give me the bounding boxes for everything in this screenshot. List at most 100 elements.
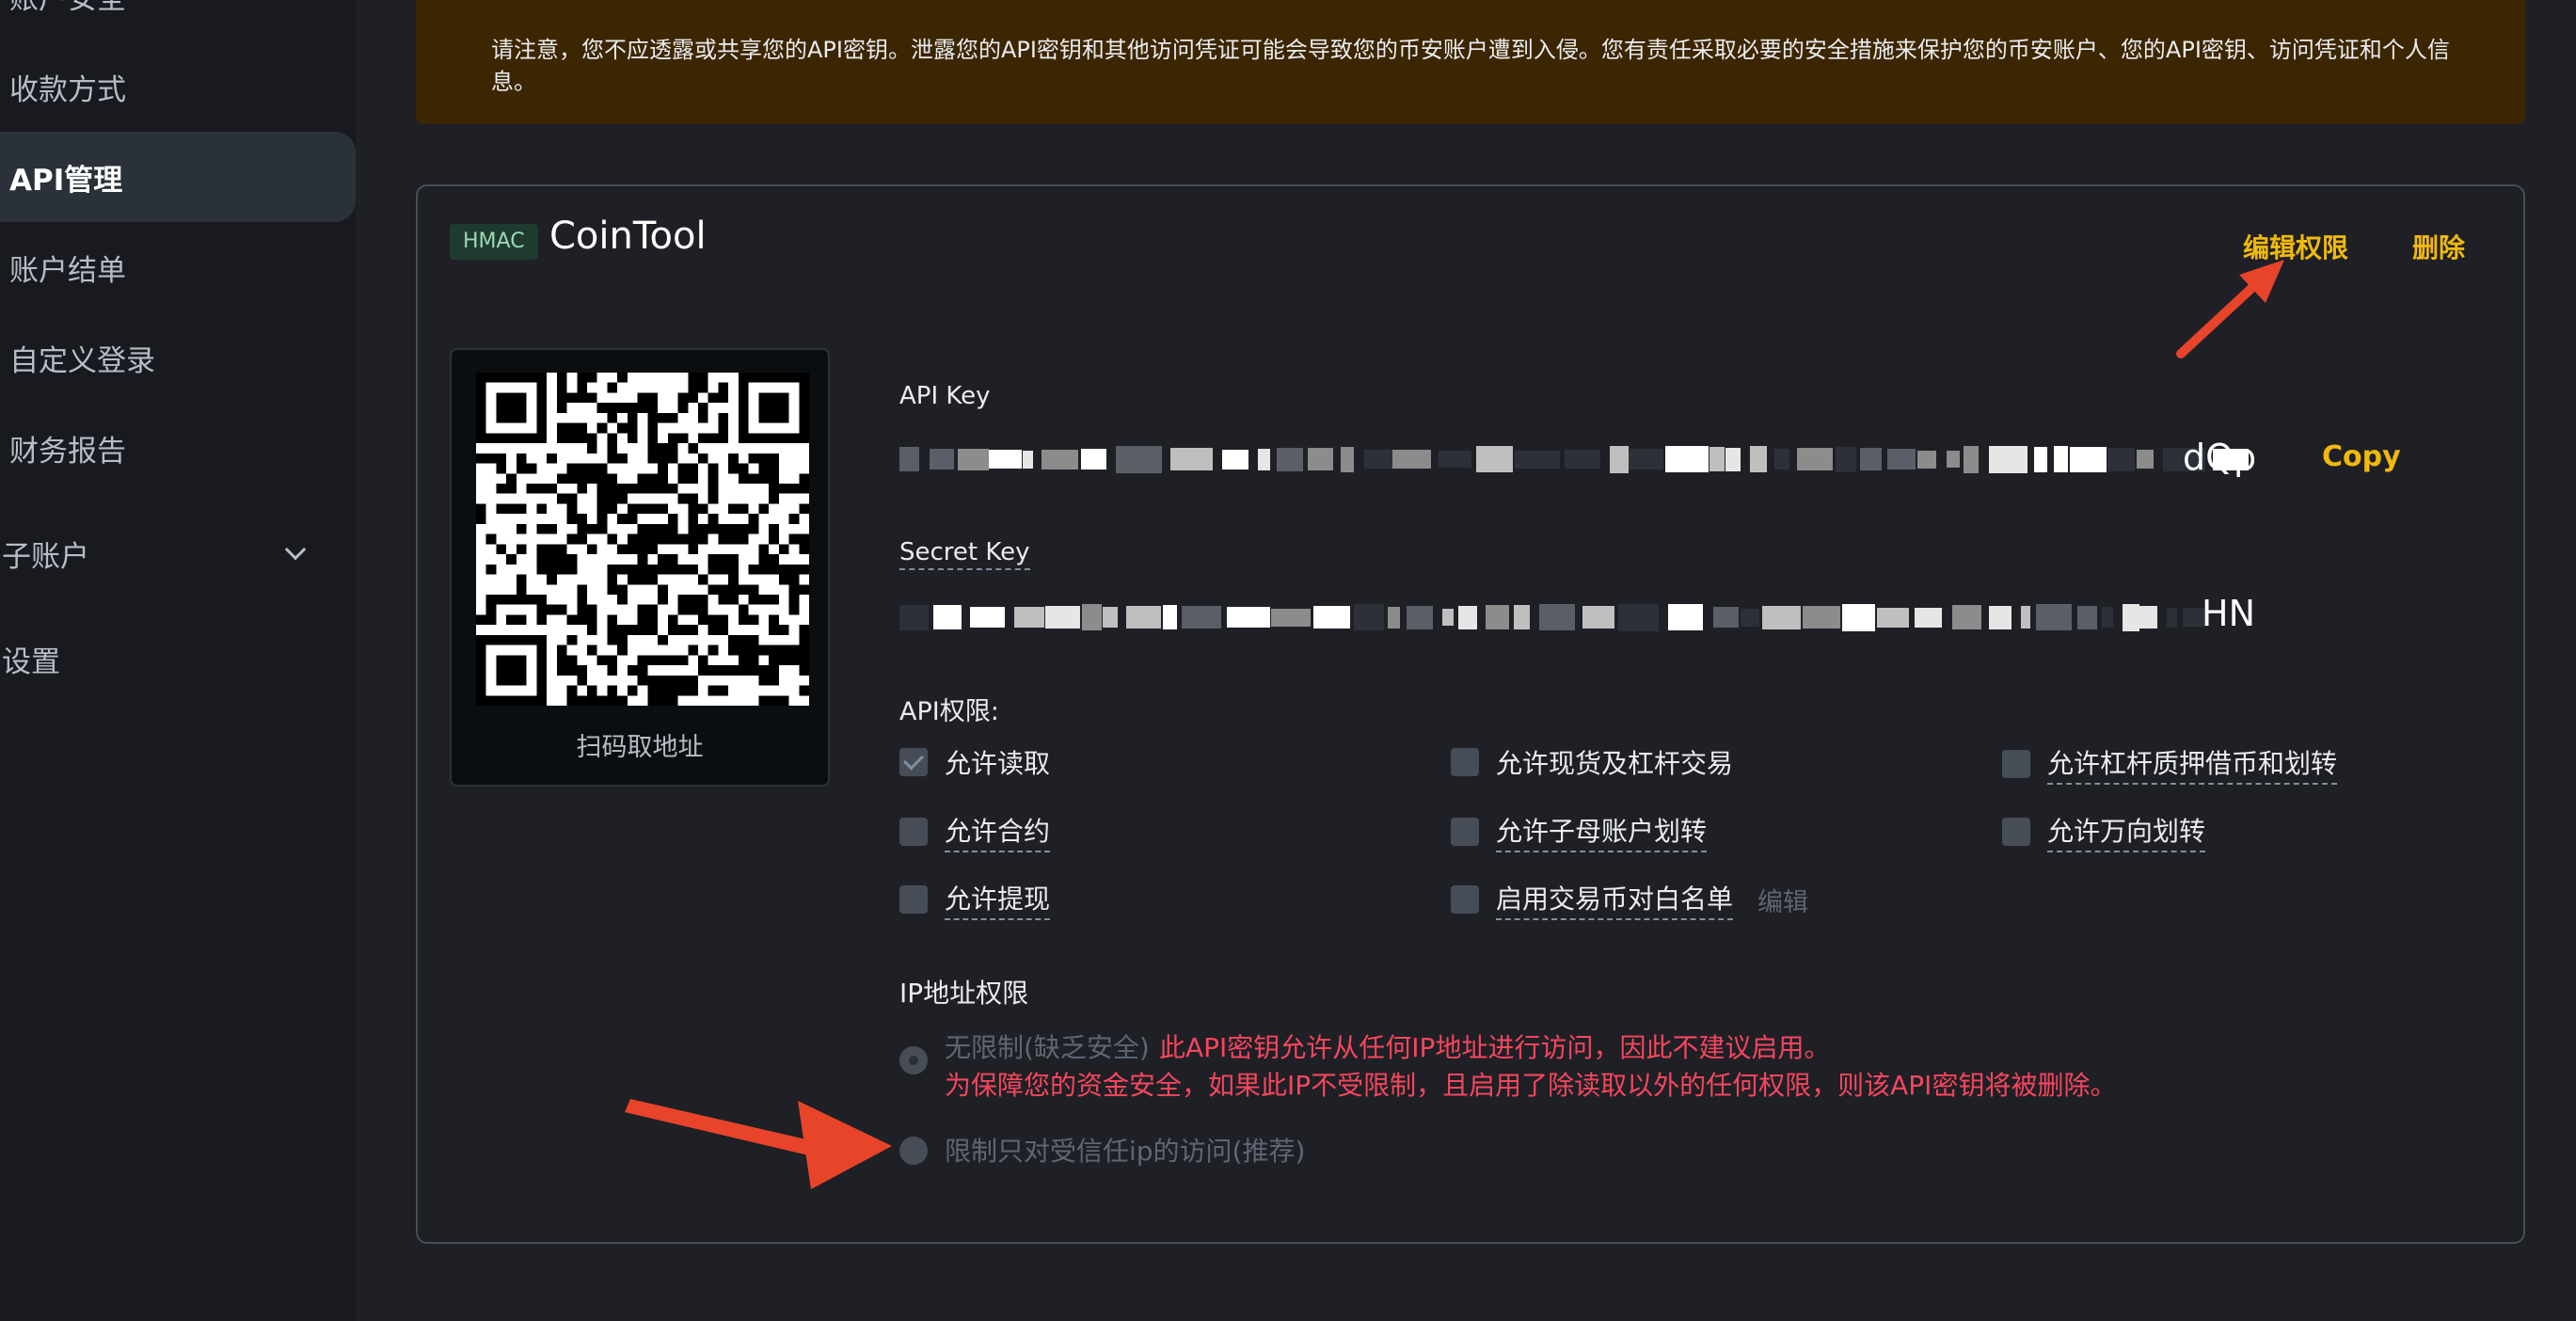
permission-enable-reading[interactable]: 允许读取 [899,743,1050,781]
sidebar-item-label: 子账户 [2,539,89,574]
checkbox[interactable] [899,885,928,914]
masked-key-block [2139,606,2157,629]
qr-code-image [476,373,809,706]
masked-key-block [899,604,929,630]
permission-margin-loan-transfer[interactable]: 允许杠杆质押借币和划转 [2002,743,2338,785]
masked-key-block [1725,447,1741,471]
masked-key-block [1258,448,1270,470]
masked-key-block [1364,450,1392,469]
sidebar-item-label: 财务报告 [9,434,126,469]
masked-key-block [1014,607,1044,628]
masked-key-block [2137,450,2154,469]
sidebar-item-label: 收款方式 [9,72,126,107]
masked-key-block [1182,606,1221,629]
masked-key-block [1629,449,1663,470]
chevron-down-icon [284,538,307,561]
masked-key-block [1227,607,1270,628]
ip-unrestricted-label: 无限制(缺乏安全) [945,1032,1150,1063]
secret-key-suffix: HN [2202,593,2255,634]
secret-key-label: Secret Key [899,538,1030,570]
masked-key-block [1277,447,1303,471]
qr-code-panel: 扫码取地址 [450,348,830,787]
sidebar-item-label: API管理 [9,163,123,198]
api-key-name: CoinTool [549,215,707,258]
masked-key-block [1964,445,1979,473]
checkbox[interactable] [899,818,928,846]
permission-label: 允许杠杆质押借币和划转 [2047,743,2338,785]
permission-universal-transfer[interactable]: 允许万向划转 [2002,811,2206,852]
masked-key-block [930,449,954,470]
masked-key-block [1713,607,1739,628]
masked-key-block [1842,603,1875,631]
sidebar-item-settings[interactable]: 设置 [0,632,356,685]
annotation-arrow-icon [625,1099,892,1189]
masked-key-block [1665,446,1709,472]
sidebar-item-sub-accounts[interactable]: 子账户 [0,527,356,580]
sidebar-item-account-statement[interactable]: 账户结单 [0,241,356,294]
whitelist-edit-link[interactable]: 编辑 [1757,882,1808,918]
masked-key-block [1952,605,1981,629]
masked-key-block [1989,445,2027,473]
permission-label: 启用交易币对白名单 [1496,879,1734,920]
ip-restricted-radio[interactable] [899,1137,928,1165]
masked-key-block [1042,449,1078,470]
masked-key-block [1308,448,1333,470]
masked-key-block [1803,606,1840,629]
checkbox[interactable] [1451,818,1479,846]
sidebar-item-custom-login[interactable]: 自定义登录 [0,331,356,384]
checkbox[interactable] [1451,885,1479,914]
masked-key-block [2123,603,2139,631]
api-key-value-masked [899,433,2249,485]
masked-key-block [1774,449,1789,470]
permission-spot-margin-trading[interactable]: 允许现货及杠杆交易 [1451,743,1733,781]
masked-key-block [899,447,919,471]
masked-key-block [2034,446,2047,472]
permission-label: 允许合约 [945,811,1051,852]
permission-withdrawals[interactable]: 允许提现 [899,879,1051,920]
masked-key-block [1392,450,1431,469]
masked-key-block [1887,449,1916,470]
sidebar-item-payment-methods[interactable]: 收款方式 [0,60,356,113]
sidebar-item-label: 账户安全 [9,0,126,17]
permission-subaccount-transfer[interactable]: 允许子母账户划转 [1451,811,1708,852]
checkbox[interactable] [1451,748,1479,776]
permission-label: 允许子母账户划转 [1496,811,1708,852]
masked-key-block [1915,607,1942,628]
copy-button[interactable]: Copy [2322,440,2401,473]
delete-button[interactable]: 删除 [2412,228,2465,265]
masked-key-block [1407,605,1433,629]
sidebar-item-api-management[interactable]: API管理 [0,132,356,222]
masked-key-block [2070,446,2107,472]
masked-key-block [1947,451,1960,468]
ip-warning-text-2: 为保障您的资金安全，如果此IP不受限制，且启用了除读取以外的任何权限，则该API… [945,1070,2117,1101]
masked-key-block [1341,446,1354,472]
checkbox[interactable] [2002,750,2030,778]
masked-key-block [1116,445,1162,473]
masked-key-block [970,607,1005,628]
api-key-label: API Key [899,382,991,410]
sidebar-item-account-security[interactable]: 账户安全 [0,0,356,19]
masked-key-block [1081,449,1106,470]
annotation-arrow-icon [2176,260,2284,358]
sidebar-item-label: 自定义登录 [9,343,155,378]
masked-key-block [1170,448,1213,470]
permission-futures[interactable]: 允许合约 [899,811,1051,852]
ip-restriction-title: IP地址权限 [899,978,1029,1009]
masked-key-block [2036,604,2072,630]
api-key-suffix: dQp [2183,437,2257,478]
masked-key-block [1539,604,1575,630]
masked-key-block [1877,607,1909,628]
masked-key-block [2102,607,2113,628]
masked-key-block [1458,605,1477,629]
masked-key-block [1514,605,1530,629]
ip-unrestricted-radio[interactable] [899,1046,928,1074]
masked-key-block [933,605,962,629]
checkbox[interactable] [2002,818,2030,846]
permission-label: 允许提现 [945,879,1051,920]
permission-symbol-whitelist[interactable]: 启用交易币对白名单 编辑 [1451,879,1808,920]
hmac-badge: HMAC [450,224,538,260]
sidebar: 账户安全 收款方式 API管理 账户结单 自定义登录 财务报告 子账户 设置 [0,0,356,1321]
masked-key-block [1313,606,1350,629]
checkbox-checked[interactable] [899,748,928,776]
sidebar-item-financial-report[interactable]: 财务报告 [0,422,356,474]
